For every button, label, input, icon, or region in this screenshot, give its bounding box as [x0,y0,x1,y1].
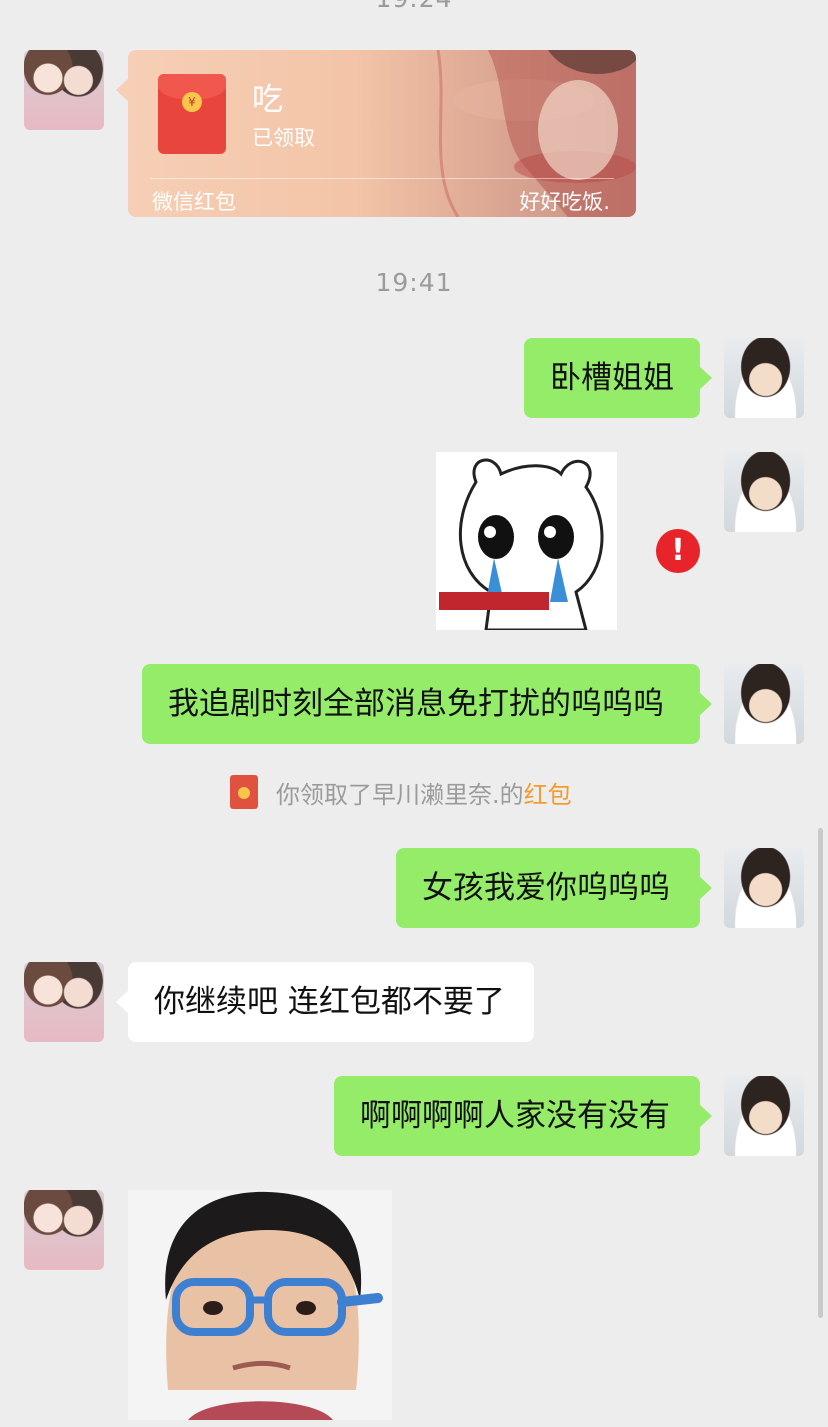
scrollbar[interactable] [818,828,823,1318]
friend-avatar[interactable] [24,50,104,130]
message-bubble-sent[interactable]: 啊啊啊啊人家没有没有 [334,1076,712,1156]
my-avatar[interactable] [724,1076,804,1156]
red-packet-link[interactable]: 红包 [524,775,572,810]
my-avatar[interactable] [724,848,804,928]
red-envelope-icon: ¥ [158,74,226,154]
red-packet-icon [230,775,258,809]
red-packet-title: 吃 [252,82,283,118]
message-bubble-sent[interactable]: 卧槽姐姐 [524,338,712,418]
my-avatar[interactable] [724,452,804,532]
red-packet-divider [150,178,614,179]
notice-text: 你领取了早川濑里奈.的 [276,780,524,809]
sticker-image-boy-glasses[interactable] [128,1190,392,1420]
sticker-image-crying-bear[interactable] [436,452,617,630]
my-avatar[interactable] [724,338,804,418]
timestamp-top: 19:24 [0,0,828,13]
message-bubble-sent[interactable]: 女孩我爱你呜呜呜 [396,848,712,928]
friend-avatar[interactable] [24,1190,104,1270]
timestamp: 19:41 [375,268,453,297]
red-packet-message[interactable]: ¥ 吃 已领取 微信红包 好好吃饭. [116,50,636,217]
red-packet-note: 好好吃饭. [519,190,610,214]
red-packet-received-notice: 你领取了早川濑里奈.的 红包 [230,775,572,809]
red-packet-status: 已领取 [252,126,315,150]
send-failed-icon[interactable]: ! [656,529,700,573]
friend-avatar[interactable] [24,962,104,1042]
message-bubble-sent[interactable]: 我追剧时刻全部消息免打扰的呜呜呜 [142,664,712,744]
red-packet-label: 微信红包 [152,190,236,214]
my-avatar[interactable] [724,664,804,744]
message-bubble-received[interactable]: 你继续吧 连红包都不要了 [116,962,534,1042]
red-packet-card[interactable]: ¥ 吃 已领取 微信红包 好好吃饭. [128,50,636,217]
